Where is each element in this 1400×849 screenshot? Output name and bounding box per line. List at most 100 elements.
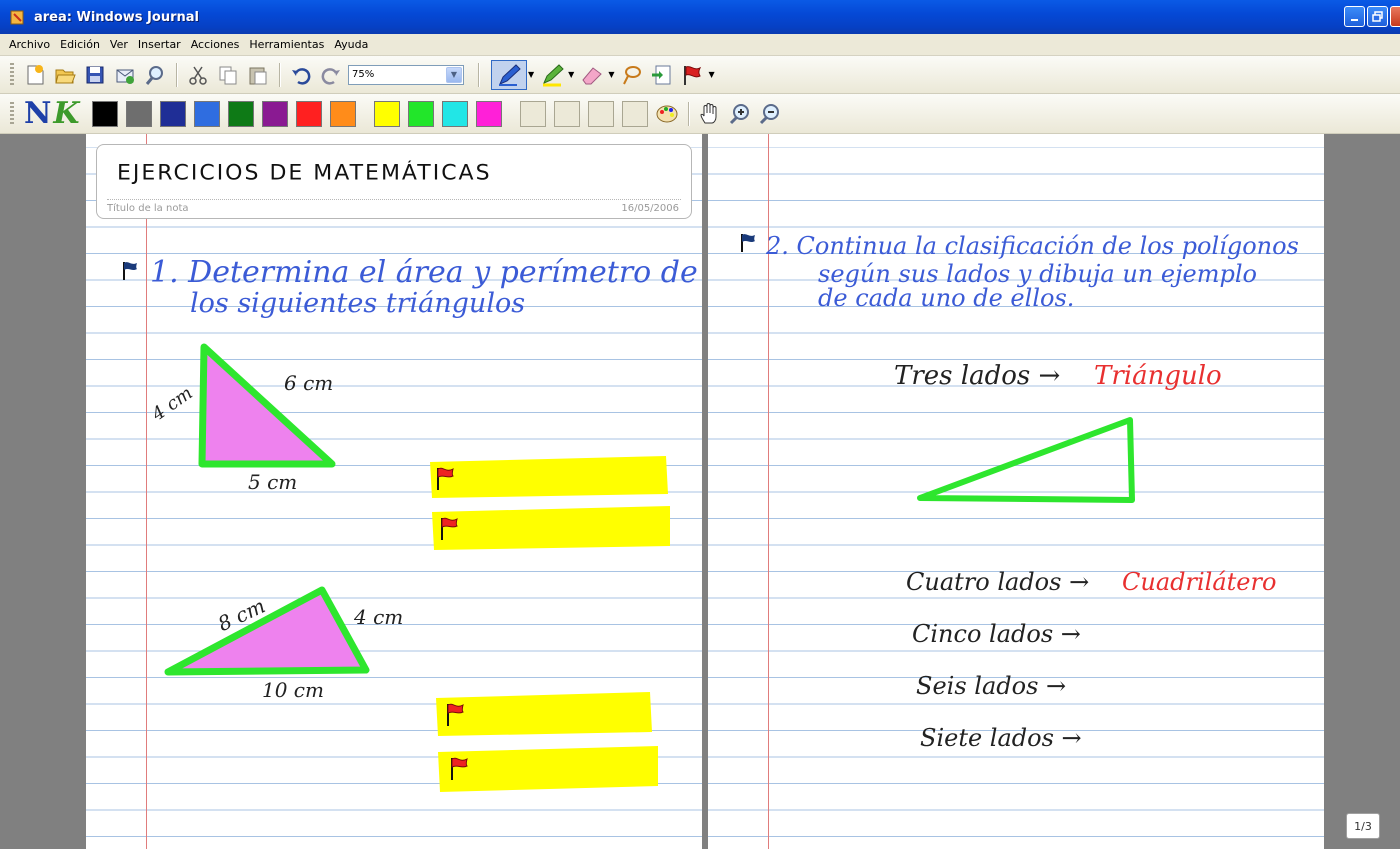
highlighter-dropdown-icon[interactable]: ▼ xyxy=(568,70,574,79)
eraser-icon xyxy=(582,66,603,84)
eraser-button[interactable] xyxy=(578,61,606,89)
exercise2-line1: 2. Continua la clasificación de los polí… xyxy=(765,232,1299,260)
find-button[interactable] xyxy=(141,61,169,89)
zoom-in-icon xyxy=(729,103,749,124)
flag-icon xyxy=(684,65,702,85)
pen-icon xyxy=(499,63,521,86)
answer-box[interactable] xyxy=(436,692,652,736)
empty-color-slot[interactable] xyxy=(621,100,648,127)
toolbar-separator xyxy=(279,62,280,87)
pen-color-swatch[interactable] xyxy=(475,100,502,127)
flag-dropdown-icon[interactable]: ▼ xyxy=(708,70,714,79)
exercise1-line2: los siguientes triángulos xyxy=(190,288,525,319)
note-page-right[interactable]: 2. Continua la clasificación de los polí… xyxy=(708,134,1324,849)
zoom-in-button[interactable] xyxy=(726,100,754,128)
copy-icon xyxy=(219,66,237,84)
journal-app-icon xyxy=(10,10,24,25)
flag-marker-icon xyxy=(741,234,755,252)
toolbar-grip[interactable] xyxy=(10,101,14,126)
empty-color-slot[interactable] xyxy=(519,100,546,127)
paste-button[interactable] xyxy=(244,61,272,89)
tri1-side-a: 4 cm xyxy=(147,383,196,426)
toolbar-separator xyxy=(176,62,177,87)
save-button[interactable] xyxy=(81,61,109,89)
empty-color-slot[interactable] xyxy=(587,100,614,127)
menu-archivo[interactable]: Archivo xyxy=(4,38,55,51)
tri1-side-b: 6 cm xyxy=(284,371,333,395)
menu-ayuda[interactable]: Ayuda xyxy=(329,38,373,51)
page-indicator[interactable]: 1/3 xyxy=(1346,813,1380,839)
row1-label: Tres lados → xyxy=(894,361,1060,391)
zoom-select[interactable]: 75% ▼ xyxy=(348,64,464,85)
chevron-down-icon[interactable]: ▼ xyxy=(446,66,462,83)
eraser-dropdown-icon[interactable]: ▼ xyxy=(608,70,614,79)
pen-color-swatch[interactable] xyxy=(159,100,186,127)
row5-label: Siete lados → xyxy=(920,724,1082,752)
zoom-out-icon xyxy=(759,103,779,124)
menu-acciones[interactable]: Acciones xyxy=(186,38,245,51)
pen-color-swatch[interactable] xyxy=(91,100,118,127)
bold-pen-icon[interactable]: N xyxy=(24,96,51,131)
journal-workspace: EJERCICIOS DE MATEMÁTICAS Título de la n… xyxy=(0,134,1400,849)
pen-color-swatch[interactable] xyxy=(441,100,468,127)
pan-button[interactable] xyxy=(696,100,724,128)
pen-color-swatch[interactable] xyxy=(125,100,152,127)
answer-box[interactable] xyxy=(430,456,668,498)
italic-pen-icon[interactable]: K xyxy=(53,96,79,131)
undo-button[interactable] xyxy=(287,61,315,89)
pen-color-swatch[interactable] xyxy=(373,100,400,127)
menu-bar: Archivo Edición Ver Insertar Acciones He… xyxy=(0,34,1400,56)
restore-button[interactable] xyxy=(1367,6,1388,27)
tri2-side-c: 10 cm xyxy=(262,678,324,702)
copy-button[interactable] xyxy=(214,61,242,89)
save-icon xyxy=(86,66,104,83)
pen-dropdown-icon[interactable]: ▼ xyxy=(528,70,534,79)
pen-color-swatch[interactable] xyxy=(227,100,254,127)
lasso-select-button[interactable] xyxy=(618,61,646,89)
hand-icon xyxy=(699,102,716,123)
lasso-icon xyxy=(623,65,642,84)
new-page-icon xyxy=(27,64,44,84)
answer-box[interactable] xyxy=(432,506,670,550)
flag-marker-icon xyxy=(123,262,137,280)
cut-button[interactable] xyxy=(184,61,212,89)
menu-insertar[interactable]: Insertar xyxy=(133,38,186,51)
pen-button[interactable] xyxy=(491,59,527,90)
pen-color-swatch[interactable] xyxy=(261,100,288,127)
triangle-1 xyxy=(198,343,336,468)
answer-box[interactable] xyxy=(438,746,658,792)
left-ink-layer: 1. Determina el área y perímetro de los … xyxy=(123,255,698,792)
send-email-button[interactable] xyxy=(111,61,139,89)
redo-button[interactable] xyxy=(317,61,345,89)
highlighter-button[interactable] xyxy=(538,61,566,89)
tri1-side-c: 5 cm xyxy=(248,470,297,494)
menu-ver[interactable]: Ver xyxy=(105,38,133,51)
close-button[interactable] xyxy=(1390,6,1400,27)
scissors-icon xyxy=(189,66,207,85)
open-button[interactable] xyxy=(51,61,79,89)
more-colors-button[interactable] xyxy=(653,100,681,128)
zoom-out-button[interactable] xyxy=(756,100,784,128)
pen-color-swatch[interactable] xyxy=(193,100,220,127)
redo-icon xyxy=(321,67,340,85)
triangle-2 xyxy=(164,586,370,676)
pen-color-swatch[interactable] xyxy=(329,100,356,127)
toolbar-separator xyxy=(687,101,689,126)
note-page-left[interactable]: EJERCICIOS DE MATEMÁTICAS Título de la n… xyxy=(86,134,702,849)
exercise1-line1: 1. Determina el área y perímetro de xyxy=(150,255,698,290)
drawn-triangle xyxy=(917,417,1135,503)
flag-button[interactable] xyxy=(678,61,706,89)
row4-label: Seis lados → xyxy=(916,672,1066,700)
folder-open-icon xyxy=(55,69,76,83)
new-note-button[interactable] xyxy=(21,61,49,89)
pen-color-swatch[interactable] xyxy=(295,100,322,127)
pen-toolbar: N K xyxy=(0,94,1400,134)
menu-edicion[interactable]: Edición xyxy=(55,38,105,51)
toolbar-grip[interactable] xyxy=(10,62,14,87)
pen-color-swatch[interactable] xyxy=(407,100,434,127)
menu-herramientas[interactable]: Herramientas xyxy=(244,38,329,51)
row3-label: Cinco lados → xyxy=(912,620,1081,648)
insert-space-button[interactable] xyxy=(648,61,676,89)
minimize-button[interactable] xyxy=(1344,6,1365,27)
empty-color-slot[interactable] xyxy=(553,100,580,127)
